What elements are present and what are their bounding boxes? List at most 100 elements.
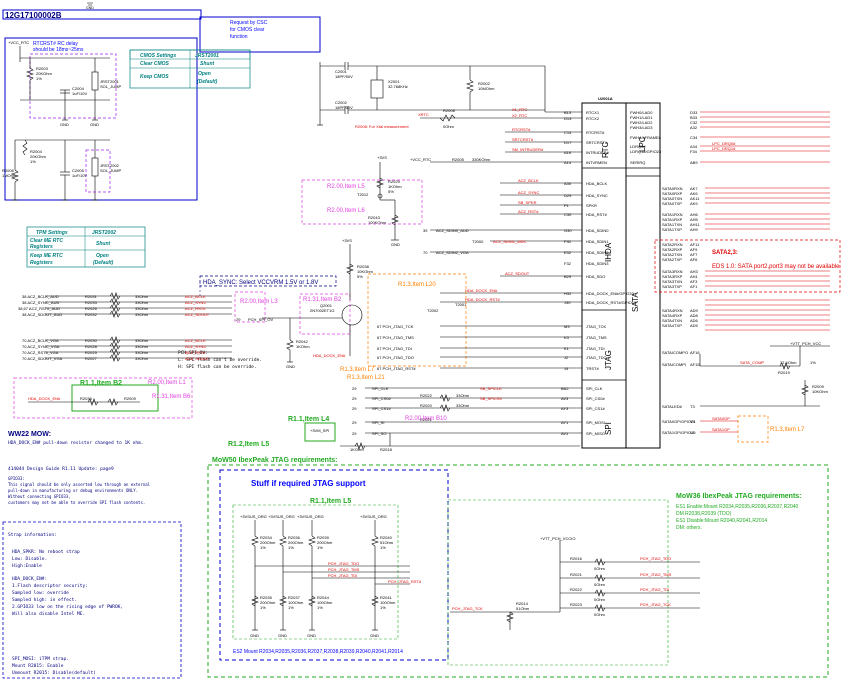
svg-text:SATA0GP: SATA0GP [712,416,730,421]
svg-text:1%: 1% [288,605,294,610]
cmos-settings-table: CMOS Settings JRST2001 Clear CMOS Shunt … [129,49,251,89]
svg-text:GND: GND [90,122,99,127]
svg-text:(Default): (Default) [197,79,218,85]
svg-text:ACZ_BCLK: ACZ_BCLK [185,294,206,299]
svg-text:Registers: Registers [30,244,53,250]
svg-text:K3: K3 [564,335,570,340]
svg-text:1%: 1% [317,545,323,550]
svg-text:33Ohm: 33Ohm [135,306,149,311]
svg-text:32.768KHz: 32.768KHz [388,84,408,89]
mow36-title: MoW36 IbexPeak JTAG requirements: [676,493,802,500]
tpm-settings-table: TPM Settings JRST2002 Clear ME RTC Regis… [26,226,146,268]
hda-series-resistors: 38 ACZ_BCLK_AUD 38 ACZ_SYNC_AUD 38,57 AC… [18,292,232,362]
svg-text:HDA_DOCK_EN#: HDA_DOCK_EN# [465,288,498,293]
svg-text:67 PCH_JTAG_RST#: 67 PCH_JTAG_RST# [377,366,416,371]
design-guide-title: 414044 Design Guide R1.11 Update: page9 [8,466,114,472]
svg-text:0Ohm: 0Ohm [443,124,455,129]
svg-text:70 ACZ_SDOUT_VGA: 70 ACZ_SDOUT_VGA [22,356,63,361]
svg-text:CMOS Settings: CMOS Settings [140,53,176,59]
svg-text:R2008: R2008 [443,108,456,113]
svg-text:R1.3,Item L21: R1.3,Item L21 [347,375,385,381]
jtag-lines [440,325,582,369]
svg-text:R2022: R2022 [420,393,433,398]
svg-text:T2001: T2001 [455,302,467,307]
vcc-rtc-label: +VCC_RTC [8,40,29,45]
svg-text:FWH4/LFRAME#: FWH4/LFRAME# [630,135,662,140]
svg-text:A16: A16 [564,150,572,155]
svg-text:A30: A30 [564,181,572,186]
svg-text:F34: F34 [690,149,698,154]
svg-text:+3VM_SPI: +3VM_SPI [310,428,329,433]
svg-text:HDA_DOCK_EN#: HDA_DOCK_EN# [28,396,61,401]
svg-text:LDRQ1#/GPIO23: LDRQ1#/GPIO23 [630,149,662,154]
svg-text:ACZ_SDIN1_MDC: ACZ_SDIN1_MDC [493,239,526,244]
svg-text:R1.3,Item L20: R1.3,Item L20 [398,282,436,288]
svg-text:ACZ_RST#: ACZ_RST# [185,350,206,355]
csc-note: Request by CSC for CMOS clear function [230,20,269,40]
svg-text:PCH_JTAG_TDO: PCH_JTAG_TDO [640,556,671,561]
svg-text:SATA2,3:: SATA2,3: [712,250,738,256]
svg-text:10KOhm: 10KOhm [812,389,828,394]
svg-text:SPI_CS1#: SPI_CS1# [586,406,605,411]
svg-text:GND: GND [250,633,259,638]
svg-text:SPI_MISO: SPI_MISO [586,431,605,436]
svg-text:JTAG_TCK: JTAG_TCK [586,324,606,329]
svg-text:29: 29 [352,386,357,391]
svg-text:R1.31,Item B6: R1.31,Item B6 [152,394,191,400]
svg-text:TRST#: TRST# [586,366,599,371]
svg-text:SPI_CLK: SPI_CLK [372,386,389,391]
svg-text:SATAICOMPO: SATAICOMPO [662,350,688,355]
svg-text:D13: D13 [564,116,572,121]
svg-text:29: 29 [352,396,357,401]
svg-text:R2028: R2028 [85,344,98,349]
svg-text:AF6: AF6 [690,257,698,262]
svg-text:5%: 5% [388,189,394,194]
svg-text:T2012: T2012 [357,192,369,197]
note-r200-l6: R2.00,Item L6 [327,208,365,214]
svg-text:HDA_SDO: HDA_SDO [586,274,605,279]
svg-text:R1.3,Item L7: R1.3,Item L7 [340,367,375,373]
sata-comp [699,345,830,370]
svg-text:SPI_CLK: SPI_CLK [586,386,603,391]
svg-text:67 PCH_JTAG_TCK: 67 PCH_JTAG_TCK [377,324,414,329]
svg-text:PCH_JTAG_RST#: PCH_JTAG_RST# [388,579,422,584]
svg-text:K1: K1 [564,346,570,351]
r2029-t2012 [376,162,399,241]
mow50-title: MoW50 IbexPeak JTAG requirements: [212,457,338,464]
svg-text:SPI: SPI [604,422,613,435]
svg-text:33Ohm: 33Ohm [135,294,149,299]
svg-text:ACZ_SDOUT: ACZ_SDOUT [185,312,210,317]
svg-text:51Ohm: 51Ohm [516,606,530,611]
svg-text:R1.1,Item L5: R1.1,Item L5 [310,498,351,505]
svg-text:R1.3,Item L7: R1.3,Item L7 [770,427,805,433]
svg-text:SATA4TXP: SATA4TXP [662,323,682,328]
lpc-lines [700,111,830,163]
svg-text:0Ohm: 0Ohm [594,612,606,617]
svg-text:AV3: AV3 [561,396,569,401]
svg-text:PCH_JTAG_TCK: PCH_JTAG_TCK [452,606,483,611]
svg-text:+3VSUS_ORG: +3VSUS_ORG [297,514,324,519]
svg-text:1MOhm: 1MOhm [2,173,17,178]
svg-text:R2016: R2016 [570,556,583,561]
svg-text:1%: 1% [380,545,386,550]
svg-text:RTCX2: RTCX2 [586,116,600,121]
svg-text:PCH_JTAG_TMS: PCH_JTAG_TMS [328,567,360,572]
svg-text:JRST2001: JRST2001 [195,53,219,59]
svg-text:33Ohm: 33Ohm [135,344,149,349]
svg-text:AH9: AH9 [690,227,699,232]
jtag-zero-ohm [450,540,700,630]
svg-text:A14: A14 [564,160,572,165]
svg-text:A32: A32 [690,125,698,130]
svg-text:ACZ_SYNC: ACZ_SYNC [185,300,206,305]
svg-text:33Ohm: 33Ohm [135,350,149,355]
svg-text:J30: J30 [564,300,571,305]
svg-text:ACZ_RST#: ACZ_RST# [185,306,206,311]
svg-text:SB_SPICLK: SB_SPICLK [480,386,502,391]
svg-text:ACZ_RST#: ACZ_RST# [518,209,539,214]
svg-text:SPI_SO: SPI_SO [372,431,386,436]
svg-text:70 ACZ_BCLK_VGA: 70 ACZ_BCLK_VGA [22,338,59,343]
svg-text:R2023: R2023 [570,602,583,607]
svg-text:R2026: R2026 [85,306,98,311]
svg-text:R2.00,Item B10: R2.00,Item B10 [405,416,447,422]
svg-text:HDA_DOCK_RST#: HDA_DOCK_RST# [465,297,500,302]
